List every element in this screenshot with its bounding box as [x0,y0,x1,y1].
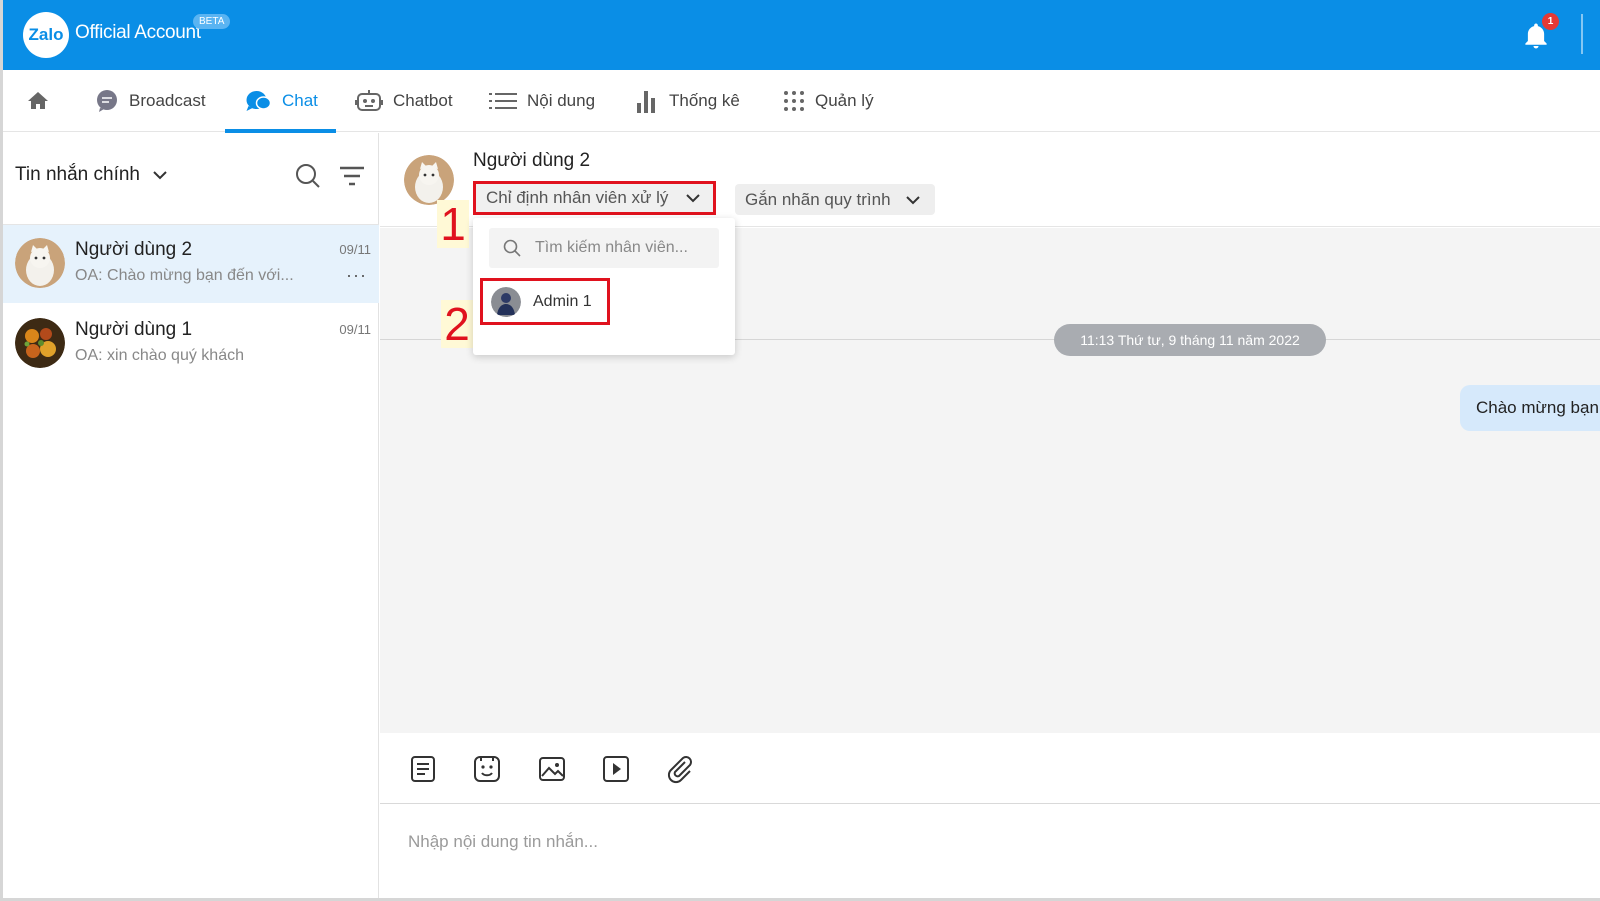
assign-staff-label: Chỉ định nhân viên xử lý [486,188,669,207]
nav-management-label: Quản lý [815,91,874,110]
video-icon[interactable] [601,754,631,784]
nav-content-label: Nội dung [527,91,596,110]
main-nav: Broadcast Chat Chatbot Nội dung Thống kê… [3,70,1600,184]
filter-icon[interactable] [339,165,365,187]
timestamp-pill: 11:13 Thứ tư, 9 tháng 11 năm 2022 [1054,324,1326,356]
inbox-selector[interactable]: Tin nhắn chính [15,164,168,186]
step-1-marker: 1 [437,200,469,248]
nav-chatbot[interactable]: Chatbot [355,70,453,132]
user-avatar [15,318,65,368]
conversation-date: 09/11 [339,242,371,257]
top-bar: Zalo Official Account BETA 1 [3,0,1600,70]
conversation-sidebar: Tin nhắn chính Người dùng 2 09/11 OA: Ch… [3,133,379,898]
conversation-item[interactable]: Người dùng 2 09/11 OA: Chào mừng bạn đến… [3,225,379,303]
beta-badge: BETA [193,14,231,29]
conversation-name: Người dùng 2 [75,239,193,260]
conversation-date: 09/11 [339,322,371,337]
zalo-logo: Zalo [23,12,69,58]
image-icon[interactable] [537,754,567,784]
chat-icon [246,91,272,111]
chevron-down-icon [153,171,167,180]
message-input[interactable] [408,827,1308,857]
nav-content[interactable]: Nội dung [489,70,595,132]
bar-chart-icon [637,91,655,113]
staff-name: Admin 1 [533,292,592,310]
conversation-preview: OA: xin chào quý khách [75,347,244,364]
contact-name: Người dùng 2 [473,150,591,171]
broadcast-icon [97,90,117,112]
grid-icon [784,91,804,111]
conversation-preview: OA: Chào mừng bạn đến với... [75,267,294,284]
home-icon [28,92,48,109]
nav-statistics[interactable]: Thống kê [637,70,740,132]
nav-statistics-label: Thống kê [669,91,740,110]
process-tag-label: Gắn nhãn quy trình [745,189,891,209]
staff-option-admin[interactable]: Admin 1 [480,278,610,325]
nav-broadcast[interactable]: Broadcast [95,70,206,132]
nav-home[interactable] [25,70,51,132]
staff-search-placeholder: Tìm kiếm nhân viên... [535,239,688,256]
message-bubble: Chào mừng bạn [1460,385,1600,431]
search-icon[interactable] [295,163,321,189]
conversation-item[interactable]: Người dùng 1 09/11 OA: xin chào quý khác… [3,305,379,383]
step-2-marker: 2 [441,300,473,348]
notification-badge: 1 [1542,13,1559,30]
more-options-icon[interactable]: ··· [346,265,367,286]
brand-name: Official Account [75,22,201,43]
sticker-icon[interactable] [472,754,502,784]
chat-header: Người dùng 2 Chỉ định nhân viên xử lý Gắ… [380,133,1600,227]
user-avatar [15,238,65,288]
conversation-name: Người dùng 1 [75,319,193,340]
search-icon [503,239,521,257]
staff-search-field[interactable]: Tìm kiếm nhân viên... [489,228,719,268]
staff-avatar [491,286,521,317]
list-icon [489,93,517,109]
nav-management[interactable]: Quản lý [783,70,874,132]
nav-chatbot-label: Chatbot [393,91,453,110]
chevron-down-icon [686,194,700,203]
inbox-title: Tin nhắn chính [15,164,140,185]
topbar-divider [1581,14,1583,54]
chevron-down-icon [906,195,920,204]
robot-icon [355,90,383,111]
message-composer [380,805,1600,898]
attachment-icon[interactable] [665,754,695,784]
app-window: Zalo Official Account BETA 1 Broadcast C… [0,0,1600,901]
assign-staff-dropdown[interactable]: Chỉ định nhân viên xử lý [473,181,716,215]
nav-broadcast-label: Broadcast [129,91,206,110]
nav-chat-label: Chat [282,91,318,110]
sidebar-header: Tin nhắn chính [3,133,379,225]
nav-chat[interactable]: Chat [245,70,318,132]
text-template-icon[interactable] [408,754,438,784]
process-tag-dropdown[interactable]: Gắn nhãn quy trình [735,184,935,215]
assign-staff-menu: Tìm kiếm nhân viên... Admin 1 [473,218,735,355]
composer-toolbar [380,734,1600,804]
